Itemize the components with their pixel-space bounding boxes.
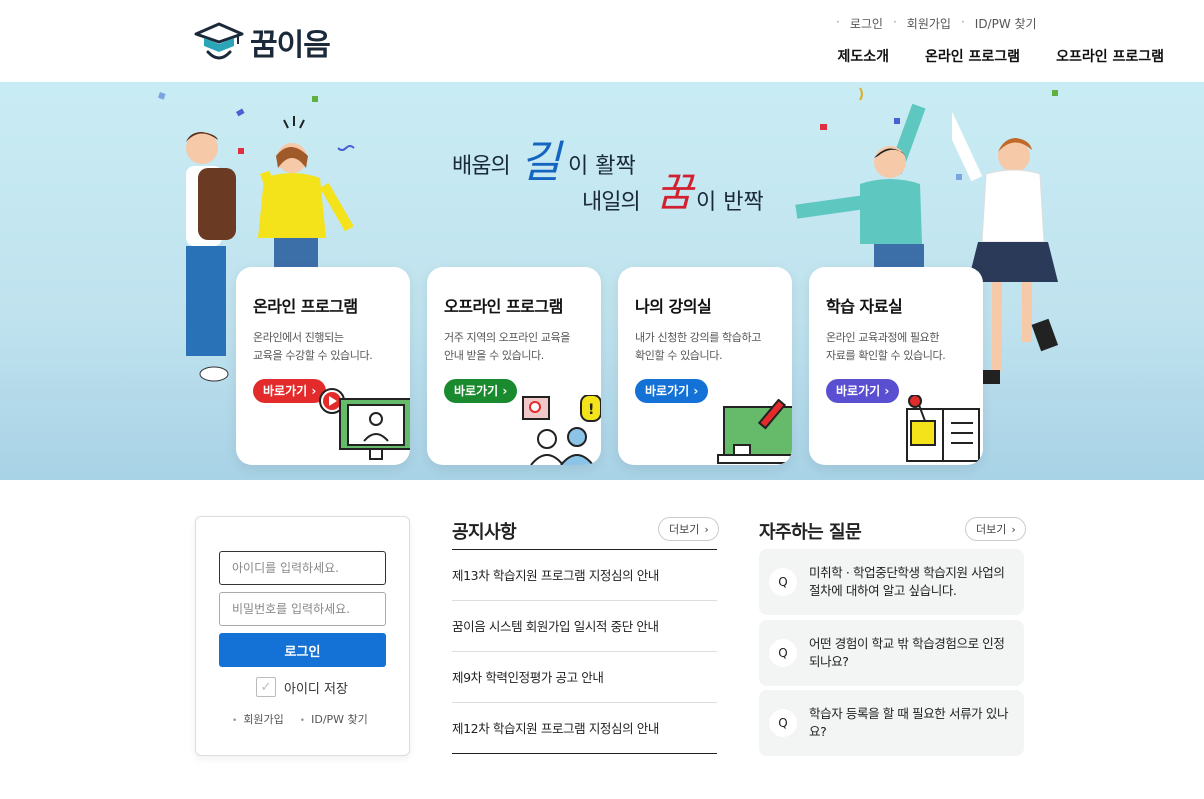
notice-title: 공지사항 [452,522,517,543]
faq-item[interactable]: Q 미취학 · 학업중단학생 학습지원 사업의 절차에 대하여 알고 싶습니다. [759,549,1024,615]
hero-slogan: 배움의 길 이 활짝 내일의 꿈 이 반짝 [450,132,790,232]
card-desc: 온라인에서 진행되는 교육을 수강할 수 있습니다. [253,331,373,362]
slogan-line2-big: 꿈 [656,170,693,216]
question-mark-badge: Q [769,709,797,737]
password-input[interactable] [219,592,386,626]
notice-list: 제13차 학습지원 프로그램 지정심의 안내 꿈이음 시스템 회원가입 일시적 … [452,549,717,754]
notice-item[interactable]: 제12차 학습지원 프로그램 지정심의 안내 [452,703,717,754]
card-go-button[interactable]: 바로가기 › [635,379,709,403]
student-boy2-illustration [795,104,926,274]
slogan-line2-pre: 내일의 [582,190,641,215]
find-id-pw-link[interactable]: ID/PW 찾기 [300,711,368,727]
question-mark-badge: Q [769,639,797,667]
save-id-label: 아이디 저장 [284,681,348,697]
graduation-cap-logo-icon [194,22,244,60]
faq-item[interactable]: Q 어떤 경험이 학교 밖 학습경험으로 인정 되나요? [759,620,1024,686]
student-girl-illustration [258,143,354,288]
card-title: 학습 자료실 [826,297,903,316]
signup-link[interactable]: 회원가입 [232,711,283,727]
monitor-video-icon [319,388,410,460]
notice-more-button[interactable]: 더보기 › [658,517,719,541]
faq-question: 학습자 등록을 할 때 필요한 서류가 있나요? [809,706,1009,739]
book-notes-icon [906,395,980,462]
card-title: 나의 강의실 [635,297,712,316]
logo-text: 꿈이음 [250,28,331,63]
card-desc: 내가 신청한 강의를 학습하고 확인할 수 있습니다. [635,331,761,362]
svg-text:!: ! [588,402,594,418]
slogan-line1-big: 길 [520,137,561,188]
login-box: 로그인 ✓ 아이디 저장 회원가입 ID/PW 찾기 [195,516,410,756]
main-nav: 제도소개 온라인 프로그램 오프라인 프로그램 [838,46,1165,66]
hero-banner: 배움의 길 이 활짝 내일의 꿈 이 반짝 온라인 프로그램 온라인에서 진행되… [0,82,1204,480]
student-boy-illustration [186,132,236,382]
util-login-link[interactable]: 로그인 [850,15,883,32]
people-chat-icon: ! [522,395,601,465]
faq-more-button[interactable]: 더보기 › [965,517,1026,541]
faq-title: 자주하는 질문 [759,522,862,543]
card-desc: 거주 지역의 오프라인 교육을 안내 받을 수 있습니다. [444,331,570,362]
util-signup-link[interactable]: 회원가입 [907,15,951,32]
faq-question: 미취학 · 학업중단학생 학습지원 사업의 절차에 대하여 알고 싶습니다. [809,565,1005,598]
save-id-checkbox[interactable]: ✓ [256,677,276,697]
card-learning-materials[interactable]: 학습 자료실 온라인 교육과정에 필요한 자료를 확인할 수 있습니다. 바로가기… [809,267,983,465]
slogan-line2-post: 이 반짝 [696,190,764,215]
card-go-button[interactable]: 바로가기 › [253,379,327,403]
card-desc: 온라인 교육과정에 필요한 자료를 확인할 수 있습니다. [826,331,946,362]
chevron-right-icon: › [1011,522,1016,536]
nav-item-offline[interactable]: 오프라인 프로그램 [1056,46,1164,66]
chevron-right-icon: › [704,522,709,536]
notice-item[interactable]: 제9차 학력인정평가 공고 안내 [452,652,717,703]
site-logo[interactable]: 꿈이음 [194,20,331,64]
site-header: 꿈이음 · 로그인 · 회원가입 · ID/PW 찾기 제도소개 온라인 프로그… [0,0,1204,82]
card-offline-program[interactable]: 오프라인 프로그램 거주 지역의 오프라인 교육을 안내 받을 수 있습니다. 바… [427,267,601,465]
slogan-line1-pre: 배움의 [452,154,511,179]
faq-question: 어떤 경험이 학교 밖 학습경험으로 인정 되나요? [809,636,1005,669]
card-go-button[interactable]: 바로가기 › [444,379,518,403]
login-button[interactable]: 로그인 [219,633,386,667]
notice-item[interactable]: 꿈이음 시스템 회원가입 일시적 중단 안내 [452,601,717,652]
card-title: 온라인 프로그램 [253,297,358,316]
card-title: 오프라인 프로그램 [444,297,563,316]
slogan-line1-post: 이 활짝 [568,154,636,179]
card-my-classroom[interactable]: 나의 강의실 내가 신청한 강의를 학습하고 확인할 수 있습니다. 바로가기 › [618,267,792,465]
login-links: 회원가입 ID/PW 찾기 [232,711,368,727]
save-id-row[interactable]: ✓ 아이디 저장 [256,677,348,697]
nav-item-intro[interactable]: 제도소개 [838,46,890,66]
card-go-button[interactable]: 바로가기 › [826,379,900,403]
notice-item[interactable]: 제13차 학습지원 프로그램 지정심의 안내 [452,550,717,601]
id-input[interactable] [219,551,386,585]
card-online-program[interactable]: 온라인 프로그램 온라인에서 진행되는 교육을 수강할 수 있습니다. 바로가기 … [236,267,410,465]
nav-item-online[interactable]: 온라인 프로그램 [925,46,1020,66]
util-find-id-link[interactable]: ID/PW 찾기 [975,15,1037,32]
question-mark-badge: Q [769,568,797,596]
chalkboard-icon [717,399,792,464]
utility-links: · 로그인 · 회원가입 · ID/PW 찾기 [836,15,1037,32]
faq-item[interactable]: Q 학습자 등록을 할 때 필요한 서류가 있나요? [759,690,1024,756]
